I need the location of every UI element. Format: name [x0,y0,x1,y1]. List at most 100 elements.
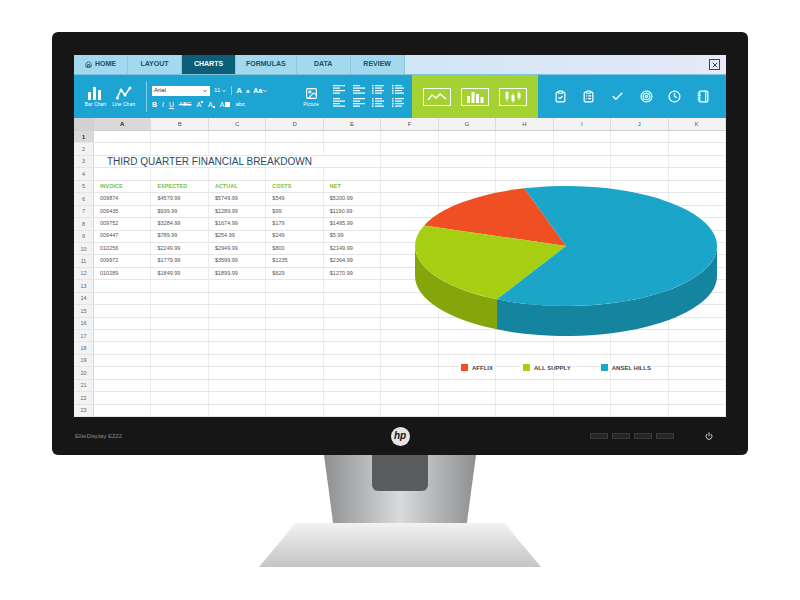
cell[interactable] [209,367,266,378]
cell[interactable] [209,305,266,316]
row-header[interactable]: 17 [74,330,94,341]
row-header[interactable]: 9 [74,231,94,242]
monitor-button[interactable] [612,433,630,439]
cell[interactable] [209,405,266,416]
row-header[interactable]: 7 [74,206,94,217]
cell[interactable] [266,330,323,341]
cell[interactable] [151,305,208,316]
cell[interactable] [554,380,611,391]
column-header[interactable]: H [496,118,553,130]
cell[interactable] [209,392,266,403]
cell[interactable] [381,318,438,329]
cell[interactable] [151,330,208,341]
cell[interactable] [381,181,438,192]
cell[interactable]: 009874 [94,193,151,204]
cell[interactable] [611,143,668,154]
cell[interactable]: 010289 [94,268,151,279]
cell[interactable] [381,305,438,316]
cell[interactable] [94,342,151,353]
cell[interactable] [266,342,323,353]
cell[interactable] [669,156,726,167]
cell[interactable]: 009435 [94,206,151,217]
cell[interactable] [611,156,668,167]
cell[interactable] [324,380,381,391]
cell[interactable] [669,392,726,403]
cell[interactable] [266,168,323,179]
cell[interactable] [266,305,323,316]
cell[interactable] [496,380,553,391]
cell[interactable] [611,380,668,391]
cell[interactable] [151,143,208,154]
cell[interactable] [439,405,496,416]
cell[interactable] [439,143,496,154]
cell[interactable] [266,405,323,416]
cell[interactable] [381,380,438,391]
column-header[interactable]: G [439,118,496,130]
cell[interactable] [611,392,668,403]
row-header[interactable]: 8 [74,218,94,229]
cell[interactable]: $2949.99 [209,243,266,254]
cell[interactable]: $1190.99 [324,206,381,217]
cell[interactable]: $549 [266,193,323,204]
font-size-button[interactable]: A [236,87,242,95]
alignment-icon[interactable] [353,85,365,95]
tab[interactable]: LAYOUT [128,55,182,74]
font-size-dropdown[interactable]: 11 [214,86,227,95]
cell[interactable]: $4579.99 [151,193,208,204]
cell[interactable] [94,380,151,391]
cell[interactable] [324,405,381,416]
cell[interactable] [151,131,208,142]
notebook-icon[interactable] [697,90,710,103]
cell[interactable] [324,355,381,366]
cell[interactable] [381,330,438,341]
cell[interactable] [266,318,323,329]
monitor-button[interactable] [634,433,652,439]
chart-type-button[interactable] [461,88,489,106]
cell[interactable] [554,156,611,167]
cell[interactable] [266,367,323,378]
row-header[interactable]: 3 [74,156,94,167]
cell[interactable] [381,131,438,142]
cell[interactable]: EXPECTED [151,181,208,192]
cell[interactable] [94,280,151,291]
target-icon[interactable] [640,90,653,103]
cell[interactable] [669,367,726,378]
cell[interactable] [611,342,668,353]
column-header[interactable]: E [324,118,381,130]
tab[interactable]: FORMULAS [236,55,297,74]
cell[interactable]: $5.99 [324,231,381,242]
cell[interactable] [439,392,496,403]
cell[interactable] [324,342,381,353]
column-header[interactable]: C [209,118,266,130]
chart-type-button[interactable] [499,88,527,106]
tab[interactable]: CHARTS [182,55,236,74]
cell[interactable] [151,280,208,291]
cell[interactable] [209,143,266,154]
row-header[interactable]: 4 [74,168,94,179]
cell[interactable] [496,168,553,179]
cell[interactable]: $1235 [266,255,323,266]
cell[interactable] [94,293,151,304]
cell[interactable] [381,206,438,217]
cell[interactable] [266,131,323,142]
cell[interactable]: $3284.99 [151,218,208,229]
cell[interactable] [209,293,266,304]
cell[interactable] [554,392,611,403]
alignment-icon[interactable] [372,98,384,108]
cell[interactable]: $1899.99 [209,268,266,279]
cell[interactable] [554,143,611,154]
cell[interactable] [669,168,726,179]
cell[interactable] [151,342,208,353]
cell[interactable] [669,143,726,154]
cell[interactable] [151,367,208,378]
font-size-button[interactable]: a [246,88,249,94]
cell[interactable]: 009752 [94,218,151,229]
tab[interactable]: HOME [74,55,128,74]
cell[interactable] [94,318,151,329]
row-header[interactable]: 18 [74,342,94,353]
cell[interactable] [439,330,496,341]
alignment-icon[interactable] [372,85,384,95]
row-header[interactable]: 14 [74,293,94,304]
row-header[interactable]: 5 [74,181,94,192]
cell[interactable]: $789.99 [151,231,208,242]
